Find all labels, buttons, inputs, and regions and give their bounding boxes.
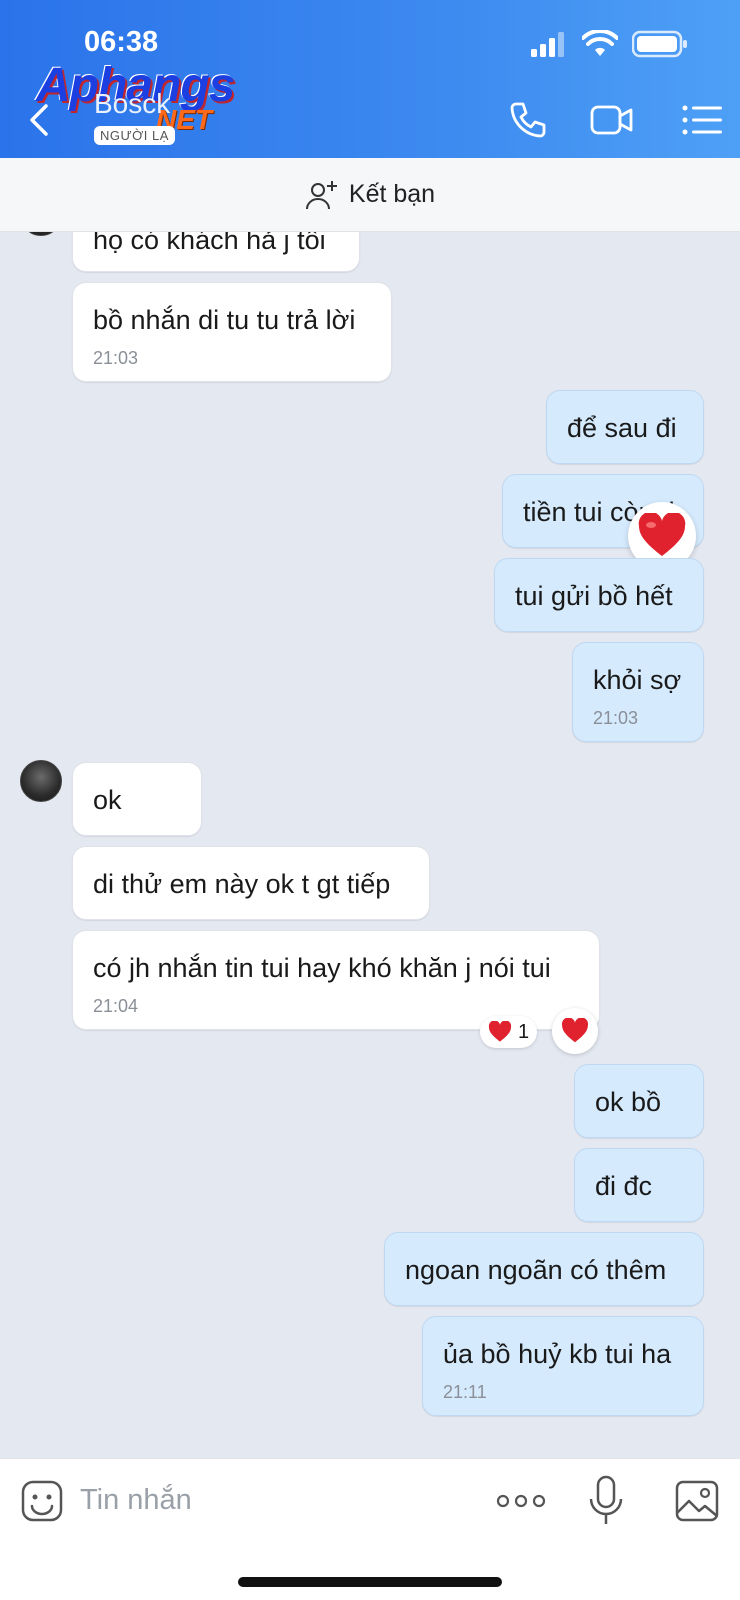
wifi-icon bbox=[582, 30, 618, 56]
message-bubble[interactable]: có jh nhắn tin tui hay khó khăn j nói tu… bbox=[72, 930, 600, 1030]
message-text: ok bbox=[93, 785, 122, 815]
message-text: tui gửi bồ hết bbox=[515, 581, 673, 611]
avatar[interactable] bbox=[20, 760, 62, 802]
status-icons bbox=[530, 30, 688, 58]
heart-icon bbox=[488, 1021, 512, 1042]
message-text: có jh nhắn tin tui hay khó khăn j nói tu… bbox=[93, 953, 551, 983]
message-bubble[interactable]: họ có khách hả j tôi bbox=[72, 232, 360, 272]
microphone-icon[interactable] bbox=[588, 1475, 624, 1527]
composer-bar bbox=[0, 1458, 740, 1600]
message-text: di thử em này ok t gt tiếp bbox=[93, 869, 391, 899]
message-input[interactable] bbox=[80, 1477, 460, 1523]
back-icon[interactable] bbox=[24, 102, 54, 138]
more-dots-icon[interactable] bbox=[496, 1489, 546, 1513]
image-icon[interactable] bbox=[674, 1479, 720, 1523]
heart-icon bbox=[562, 1018, 588, 1043]
message-text: họ có khách hả j tôi bbox=[93, 232, 326, 255]
message-bubble[interactable]: ngoan ngoãn có thêm bbox=[384, 1232, 704, 1306]
message-text: bồ nhắn di tu tu trả lời bbox=[93, 305, 356, 335]
message-text: ok bồ bbox=[595, 1087, 662, 1117]
message-bubble[interactable]: khỏi sợ 21:03 bbox=[572, 642, 704, 742]
battery-icon bbox=[632, 30, 687, 58]
cellular-signal-icon bbox=[531, 32, 564, 57]
chat-header: 06:38 Aphangs NET Bosck NGƯỜI LẠ bbox=[0, 0, 740, 158]
message-text: ủa bồ huỷ kb tui ha bbox=[443, 1339, 672, 1369]
message-text: để sau đi bbox=[567, 413, 677, 443]
message-time: 21:03 bbox=[93, 348, 139, 368]
message-text: đi đc bbox=[595, 1171, 653, 1201]
add-friend-icon bbox=[305, 180, 337, 209]
message-bubble[interactable]: tui gửi bồ hết bbox=[494, 558, 704, 632]
video-icon[interactable] bbox=[590, 98, 634, 142]
message-time: 21:04 bbox=[93, 996, 139, 1016]
message-text: khỏi sợ bbox=[593, 665, 682, 695]
message-bubble[interactable]: di thử em này ok t gt tiếp bbox=[72, 846, 430, 920]
react-button[interactable] bbox=[552, 1008, 598, 1054]
reaction-count-value: 1 bbox=[518, 1020, 530, 1043]
contact-name[interactable]: Bosck bbox=[94, 88, 170, 120]
message-bubble[interactable]: để sau đi bbox=[546, 390, 704, 464]
list-menu-icon[interactable] bbox=[680, 98, 724, 142]
message-list[interactable]: họ có khách hả j tôi bồ nhắn di tu tu tr… bbox=[0, 232, 740, 1458]
stranger-badge: NGƯỜI LẠ bbox=[94, 126, 175, 145]
status-time: 06:38 bbox=[84, 26, 159, 58]
message-bubble[interactable]: ủa bồ huỷ kb tui ha 21:11 bbox=[422, 1316, 704, 1416]
message-bubble[interactable]: ok bồ bbox=[574, 1064, 704, 1138]
avatar[interactable] bbox=[20, 232, 62, 236]
emoji-icon[interactable] bbox=[20, 1479, 64, 1523]
message-bubble[interactable]: ok bbox=[72, 762, 202, 836]
heart-icon bbox=[638, 513, 686, 556]
message-text: ngoan ngoãn có thêm bbox=[405, 1255, 667, 1285]
reaction-count[interactable]: 1 bbox=[480, 1016, 538, 1048]
message-time: 21:03 bbox=[593, 708, 639, 728]
phone-icon[interactable] bbox=[506, 98, 550, 142]
message-time: 21:11 bbox=[443, 1382, 487, 1402]
message-bubble[interactable]: bồ nhắn di tu tu trả lời 21:03 bbox=[72, 282, 392, 382]
add-friend-button[interactable]: Kết bạn bbox=[0, 158, 740, 232]
message-bubble[interactable]: đi đc bbox=[574, 1148, 704, 1222]
home-indicator[interactable] bbox=[238, 1577, 502, 1587]
add-friend-label: Kết bạn bbox=[348, 180, 436, 208]
